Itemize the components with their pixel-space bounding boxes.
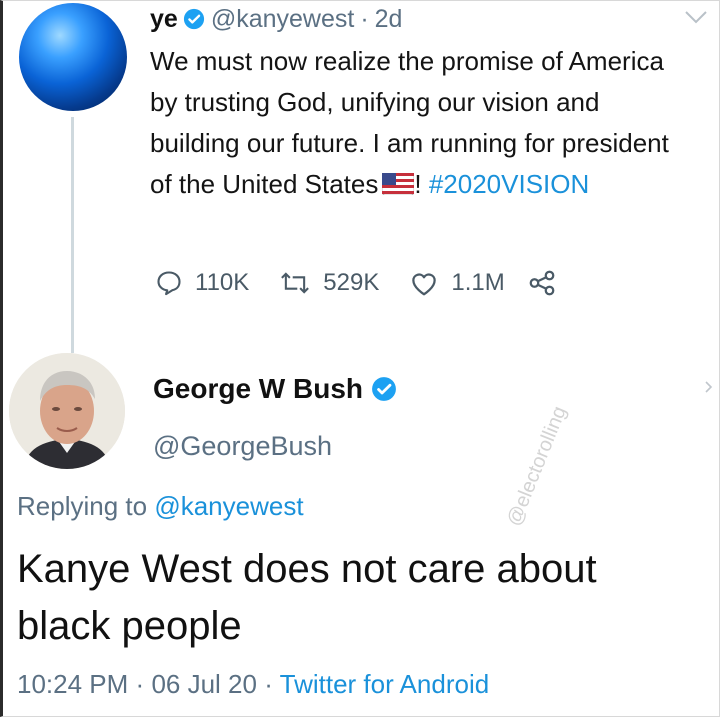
watermark-text: @electorolling [503, 403, 571, 530]
like-icon [412, 273, 437, 296]
like-count: 1.1M [451, 269, 505, 296]
verified-badge-icon [372, 377, 396, 401]
hashtag-link[interactable]: #2020VISION [429, 169, 589, 199]
tweet2-handle[interactable]: @GeorgeBush [153, 431, 332, 462]
thread-line [71, 117, 74, 353]
tweet2-time[interactable]: 10:24 PM [17, 669, 128, 699]
reply-count: 110K [195, 269, 250, 296]
share-icon [529, 270, 555, 296]
portrait-image [9, 353, 125, 469]
tweet2-metadata: 10:24 PM · 06 Jul 20 · Twitter for Andro… [17, 669, 489, 700]
retweet-button[interactable]: 529K [279, 269, 379, 297]
tweet1-text: We must now realize the promise of Ameri… [150, 41, 670, 205]
tweet1-time[interactable]: 2d [375, 3, 403, 35]
tweet1-header: ye @kanyewest · 2d [150, 3, 402, 35]
tweet1-action-bar: 110K 529K 1.1M [155, 269, 599, 297]
replying-prefix: Replying to [17, 491, 148, 521]
avatar-ye[interactable] [19, 3, 127, 111]
tweet1-handle[interactable]: @kanyewest [211, 3, 355, 35]
mention-link[interactable]: @kanyewest [154, 491, 303, 521]
chevron-right-icon[interactable] [703, 379, 715, 395]
tweet2-display-name[interactable]: George W Bush [153, 373, 363, 405]
replying-to-line: Replying to @kanyewest [17, 491, 304, 522]
like-button[interactable]: 1.1M [409, 269, 505, 297]
tweet1-time-separator: · [360, 5, 369, 33]
chevron-down-icon[interactable] [683, 9, 709, 25]
tweet1-text-after-flag: ! [414, 169, 422, 199]
us-flag-emoji [382, 173, 415, 195]
tweet2-date[interactable]: 06 Jul 20 [151, 669, 257, 699]
meta-separator-2: · [264, 669, 273, 699]
verified-badge-icon [183, 8, 204, 30]
reply-icon [157, 271, 181, 296]
tweet1-display-name[interactable]: ye [150, 3, 178, 35]
retweet-icon [281, 272, 310, 294]
tweet2-header: George W Bush [153, 373, 403, 405]
avatar-georgebush[interactable] [9, 353, 125, 469]
share-button[interactable] [527, 269, 569, 297]
reply-button[interactable]: 110K [155, 269, 249, 297]
retweet-count: 529K [323, 269, 380, 296]
source-link[interactable]: Twitter for Android [280, 669, 490, 699]
tweet2-text: Kanye West does not care about black peo… [17, 547, 597, 648]
meta-separator-1: · [135, 669, 145, 699]
screenshot-frame: ye @kanyewest · 2d We must now realize t… [0, 0, 720, 717]
